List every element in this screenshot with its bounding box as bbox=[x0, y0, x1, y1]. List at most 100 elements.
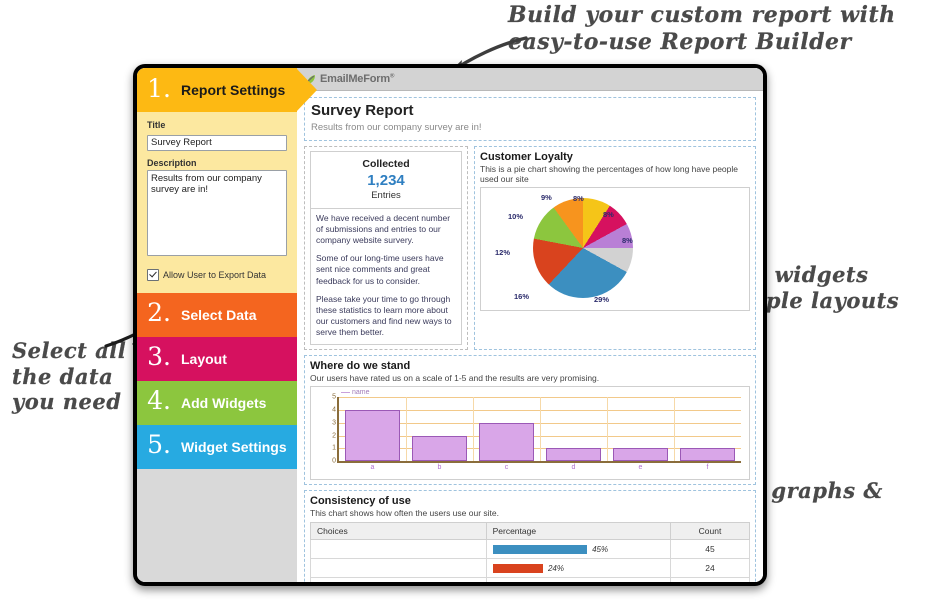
cell-choice bbox=[310, 538, 487, 559]
wizard-step-add-widgets[interactable]: 4. Add Widgets bbox=[137, 380, 297, 425]
wizard-step-label: Select Data bbox=[181, 306, 257, 323]
y-axis-tick: 2 bbox=[332, 432, 336, 440]
gridline-vertical bbox=[606, 397, 608, 462]
cell-choice bbox=[310, 576, 487, 582]
cell-count: 24 bbox=[669, 557, 751, 578]
bar-chart: name 0 1 2 3 4 5 a b c d e f bbox=[311, 387, 749, 479]
wizard-step-label: Report Settings bbox=[181, 82, 286, 98]
collected-unit: Entries bbox=[371, 189, 401, 201]
column-header-percentage: Percentage bbox=[485, 521, 671, 540]
widget-row-top: Collected 1,234 Entries We have received… bbox=[304, 145, 756, 350]
table-header-row: Choices Percentage Count bbox=[310, 521, 751, 540]
allow-export-checkbox[interactable] bbox=[147, 268, 159, 281]
page-subtitle: Results from our company survey are in! bbox=[311, 121, 482, 133]
percentage-value: 45% bbox=[592, 544, 609, 554]
bar-chart-plot: 0 1 2 3 4 5 a b c d e f bbox=[332, 394, 741, 471]
table-row: 24% 24 bbox=[310, 557, 751, 578]
loyalty-description: This is a pie chart showing the percenta… bbox=[480, 163, 738, 184]
wizard-step-label: Layout bbox=[181, 350, 227, 367]
pie-label: 8% bbox=[573, 194, 584, 204]
consistency-title: Consistency of use bbox=[310, 495, 411, 508]
description-textarea[interactable]: Results from our company survey are in! bbox=[147, 169, 287, 256]
report-canvas: Survey Report Results from our company s… bbox=[297, 91, 763, 582]
bar bbox=[412, 435, 467, 462]
bar bbox=[680, 448, 735, 462]
bar bbox=[479, 422, 534, 462]
bar bbox=[613, 448, 668, 462]
column-header-count: Count bbox=[669, 521, 751, 540]
cell-count: 45 bbox=[669, 538, 751, 559]
pie-label: 10% bbox=[508, 212, 524, 222]
y-axis-tick: 0 bbox=[332, 457, 336, 465]
summary-widget[interactable]: Collected 1,234 Entries We have received… bbox=[304, 145, 468, 350]
cell-percentage: 24% bbox=[485, 557, 671, 578]
loyalty-title: Customer Loyalty bbox=[480, 150, 573, 163]
wizard-step-label: Widget Settings bbox=[181, 438, 287, 455]
customer-loyalty-widget[interactable]: Customer Loyalty This is a pie chart sho… bbox=[474, 145, 756, 350]
summary-text-box: We have received a decent number of subm… bbox=[310, 208, 462, 345]
table-row: 16%16 bbox=[310, 576, 751, 582]
y-axis-tick: 4 bbox=[332, 406, 336, 414]
wizard-step-widget-settings[interactable]: 5. Widget Settings bbox=[137, 424, 297, 469]
percentage-bar bbox=[492, 544, 588, 554]
y-axis-tick: 3 bbox=[332, 419, 336, 427]
brand-name: EmailMeForm® bbox=[320, 73, 395, 85]
cell-count: 16 bbox=[669, 576, 751, 582]
bar-chart-frame: name 0 1 2 3 4 5 a b c d e f bbox=[310, 386, 750, 481]
x-axis-tick: a bbox=[370, 464, 375, 472]
where-do-we-stand-widget[interactable]: Where do we stand Our users have rated u… bbox=[304, 354, 756, 486]
wizard-step-select-data[interactable]: 2. Select Data bbox=[137, 292, 297, 337]
summary-paragraph: Some of our long-time users have sent ni… bbox=[316, 253, 444, 286]
stand-description: Our users have rated us on a scale of 1-… bbox=[310, 372, 600, 383]
percentage-value: 24% bbox=[547, 563, 564, 573]
collected-value: 1,234 bbox=[367, 171, 405, 189]
cell-percentage: 16% bbox=[485, 576, 671, 582]
app-toolbar: EmailMeForm® bbox=[297, 68, 763, 91]
annotation-left: Select all the data you need bbox=[12, 338, 127, 415]
summary-paragraph: Please take your time to go through thes… bbox=[316, 293, 452, 338]
wizard-step-number: 3. bbox=[147, 342, 171, 371]
wizard-step-label: Add Widgets bbox=[181, 394, 267, 411]
wizard-step-number: 1. bbox=[147, 73, 171, 103]
y-axis-tick: 1 bbox=[332, 444, 336, 452]
bar bbox=[345, 409, 400, 462]
title-field-label: Title bbox=[147, 120, 166, 130]
pie-chart-disc bbox=[533, 198, 633, 299]
gridline-vertical bbox=[405, 397, 407, 462]
pie-chart: 8% 8% 8% 29% 16% 12% 10% 9% bbox=[481, 188, 749, 310]
report-title-widget[interactable]: Survey Report Results from our company s… bbox=[304, 97, 756, 141]
column-header-choices: Choices bbox=[310, 521, 487, 540]
stand-title: Where do we stand bbox=[310, 359, 411, 372]
wizard-step-report-settings[interactable]: 1. Report Settings bbox=[137, 68, 317, 112]
gridline-vertical bbox=[540, 397, 541, 462]
pie-label: 8% bbox=[603, 210, 614, 220]
x-axis-tick: f bbox=[706, 464, 709, 472]
summary-paragraph: We have received a decent number of subm… bbox=[316, 212, 451, 245]
title-input[interactable] bbox=[147, 134, 287, 151]
table-row: 45% 45 bbox=[310, 538, 751, 559]
report-settings-panel: Title Description Results from our compa… bbox=[137, 112, 297, 293]
percentage-bar bbox=[492, 563, 543, 573]
pie-label: 8% bbox=[622, 236, 633, 246]
consistency-of-use-widget[interactable]: Consistency of use This chart shows how … bbox=[304, 490, 756, 582]
allow-export-label: Allow User to Export Data bbox=[163, 269, 267, 280]
pie-label: 16% bbox=[514, 292, 530, 302]
x-axis-tick: c bbox=[504, 464, 509, 472]
collected-label: Collected bbox=[362, 157, 410, 170]
table-body: 45%4524%2416%168%8 bbox=[310, 538, 751, 582]
gridline-vertical bbox=[674, 397, 675, 462]
page-title: Survey Report bbox=[311, 102, 414, 119]
consistency-table: Choices Percentage Count 45% 45 24% 2416%16… bbox=[310, 521, 751, 582]
wizard-step-number: 2. bbox=[147, 298, 171, 327]
cell-percentage: 45% bbox=[485, 538, 671, 559]
pie-label: 12% bbox=[495, 248, 511, 258]
app-window-inner: 1. Report Settings Title Description Res… bbox=[137, 68, 763, 582]
wizard-step-layout[interactable]: 3. Layout bbox=[137, 336, 297, 381]
gridline-vertical bbox=[472, 397, 474, 462]
description-field-label: Description bbox=[147, 157, 197, 168]
pie-chart-frame: 8% 8% 8% 29% 16% 12% 10% 9% bbox=[480, 187, 750, 312]
pie-label: 29% bbox=[594, 295, 610, 305]
allow-export-row[interactable]: Allow User to Export Data bbox=[147, 268, 287, 281]
bar bbox=[546, 448, 601, 462]
consistency-description: This chart shows how often the users use… bbox=[310, 508, 499, 519]
